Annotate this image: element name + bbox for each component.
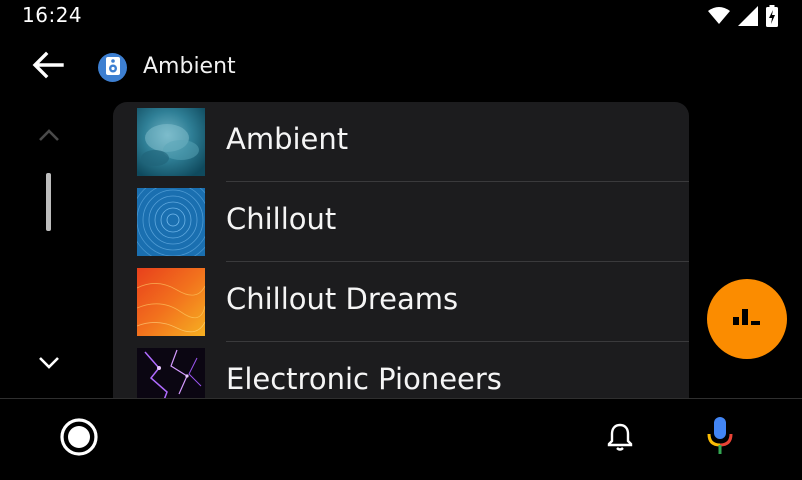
album-art-thumbnail [137, 108, 205, 176]
album-art-thumbnail [137, 348, 205, 398]
chevron-down-icon [38, 355, 60, 374]
status-bar: 16:24 [0, 0, 802, 32]
album-art-thumbnail [137, 268, 205, 336]
status-icons [708, 5, 778, 31]
battery-charging-icon [766, 5, 778, 31]
back-button[interactable] [28, 50, 68, 84]
browse-list: Ambient Chillout Chillout Dreams Electro… [113, 102, 689, 398]
status-time: 16:24 [22, 3, 83, 27]
list-item-label: Electronic Pioneers [226, 362, 502, 396]
list-item-label: Ambient [226, 122, 349, 156]
list-item[interactable]: Chillout [113, 182, 689, 262]
app-header: Ambient [0, 40, 802, 96]
list-item[interactable]: Ambient [113, 102, 689, 182]
page-title: Ambient [143, 54, 236, 79]
scrollbar-thumb[interactable] [46, 173, 51, 231]
wifi-icon [708, 7, 730, 29]
now-playing-button[interactable] [707, 279, 787, 359]
list-item[interactable]: Chillout Dreams [113, 262, 689, 342]
arrow-left-icon [32, 51, 64, 83]
list-item-label: Chillout Dreams [226, 282, 459, 316]
voice-assistant-button[interactable] [703, 417, 737, 459]
equalizer-bars-icon [733, 309, 761, 329]
bottom-nav-bar [0, 398, 802, 480]
bell-icon [607, 422, 633, 456]
home-circle-icon [59, 417, 99, 461]
scroll-up-button[interactable] [32, 122, 66, 150]
signal-icon [738, 6, 758, 30]
list-item[interactable]: Electronic Pioneers [113, 342, 689, 398]
list-item-label: Chillout [226, 202, 337, 236]
microphone-icon [706, 416, 734, 460]
album-art-thumbnail [137, 188, 205, 256]
scroll-down-button[interactable] [32, 350, 66, 378]
speaker-icon [105, 56, 121, 80]
chevron-up-icon [38, 127, 60, 146]
app-icon [98, 53, 127, 82]
notifications-button[interactable] [603, 421, 637, 457]
home-button[interactable] [58, 418, 100, 460]
